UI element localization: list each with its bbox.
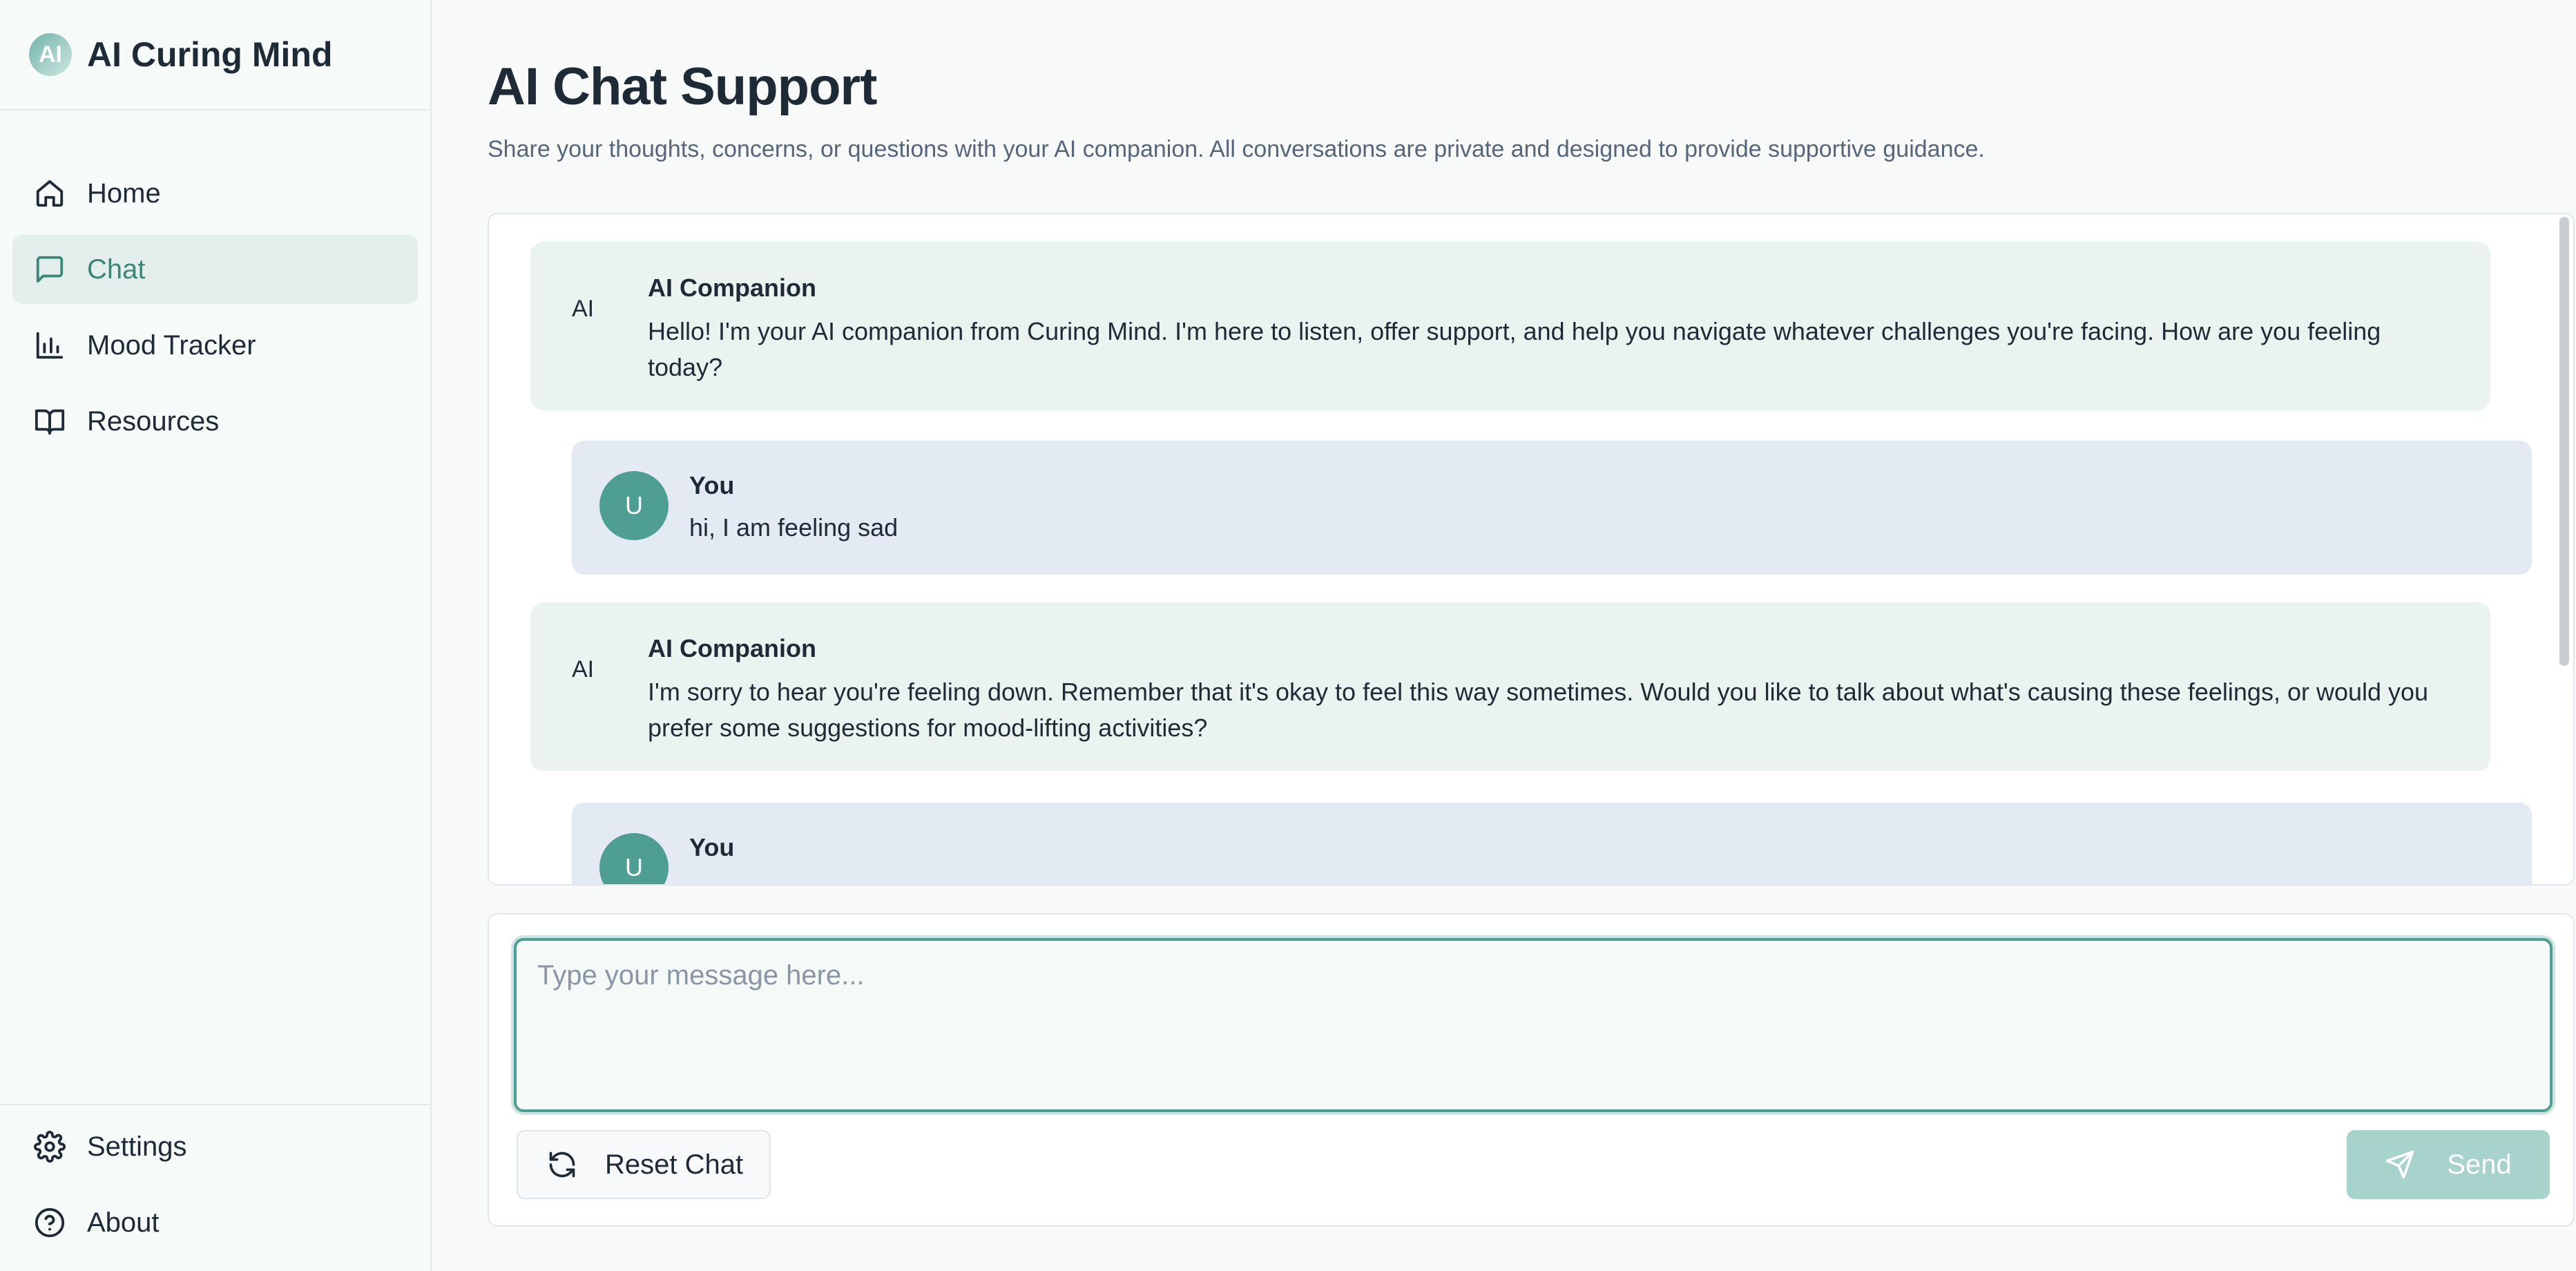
main-nav: Home Chat Mood Tracker Resources — [0, 159, 430, 456]
message-composer: Reset Chat Send — [488, 913, 2575, 1227]
nav-item-label: Home — [87, 178, 161, 209]
nav-item-label: Mood Tracker — [87, 329, 256, 361]
send-label: Send — [2447, 1149, 2512, 1180]
reset-chat-label: Reset Chat — [605, 1149, 744, 1180]
nav-item-label: Resources — [87, 405, 220, 437]
sidebar: AI AI Curing Mind Home Chat Mood Tracker — [0, 0, 432, 1271]
main-content: AI Chat Support Share your thoughts, con… — [488, 0, 2575, 1271]
gear-icon — [33, 1130, 66, 1163]
message-text: hi, I am feeling sad — [689, 513, 898, 542]
bar-chart-icon — [33, 329, 66, 362]
page-title: AI Chat Support — [488, 57, 877, 116]
chat-messages: AI AI Companion Hello! I'm your AI compa… — [489, 214, 2557, 884]
chat-message-user: U You — [572, 803, 2532, 884]
message-sender: AI Companion — [648, 634, 816, 662]
message-input[interactable] — [514, 938, 2553, 1112]
ai-avatar: AI — [572, 296, 595, 322]
chat-icon — [33, 253, 66, 286]
page-subtitle: Share your thoughts, concerns, or questi… — [488, 136, 1985, 162]
brand-name: AI Curing Mind — [87, 35, 333, 74]
user-avatar: U — [599, 471, 669, 540]
message-sender: You — [689, 471, 735, 499]
chat-scrollbar[interactable] — [2559, 217, 2569, 666]
home-icon — [33, 177, 66, 210]
refresh-icon — [549, 1151, 575, 1178]
nav-item-chat[interactable]: Chat — [12, 235, 418, 304]
message-text: I'm sorry to hear you're feeling down. R… — [648, 678, 2429, 742]
message-sender: You — [689, 833, 735, 861]
nav-item-label: Settings — [87, 1131, 187, 1162]
chat-message-ai: AI AI Companion Hello! I'm your AI compa… — [530, 242, 2490, 410]
nav-item-label: Chat — [87, 254, 146, 285]
nav-item-label: About — [87, 1207, 160, 1238]
brand-logo-icon: AI — [29, 33, 72, 76]
send-button[interactable]: Send — [2347, 1130, 2550, 1199]
nav-item-about[interactable]: About — [12, 1188, 418, 1257]
nav-item-home[interactable]: Home — [12, 159, 418, 228]
message-text: Hello! I'm your AI companion from Curing… — [648, 317, 2381, 381]
sidebar-bottom: Settings About — [0, 1104, 430, 1271]
nav-item-mood-tracker[interactable]: Mood Tracker — [12, 311, 418, 380]
user-avatar: U — [599, 833, 669, 884]
message-sender: AI Companion — [648, 274, 816, 302]
help-circle-icon — [33, 1206, 66, 1239]
chat-history[interactable]: AI AI Companion Hello! I'm your AI compa… — [488, 213, 2575, 886]
nav-item-resources[interactable]: Resources — [12, 387, 418, 456]
brand[interactable]: AI AI Curing Mind — [0, 0, 430, 111]
reset-chat-button[interactable]: Reset Chat — [517, 1130, 771, 1199]
chat-message-ai: AI AI Companion I'm sorry to hear you're… — [530, 602, 2490, 771]
nav-item-settings[interactable]: Settings — [12, 1112, 418, 1181]
send-icon — [2386, 1150, 2414, 1179]
chat-message-user: U You hi, I am feeling sad — [572, 441, 2532, 575]
book-icon — [33, 405, 66, 438]
ai-avatar: AI — [572, 656, 595, 682]
